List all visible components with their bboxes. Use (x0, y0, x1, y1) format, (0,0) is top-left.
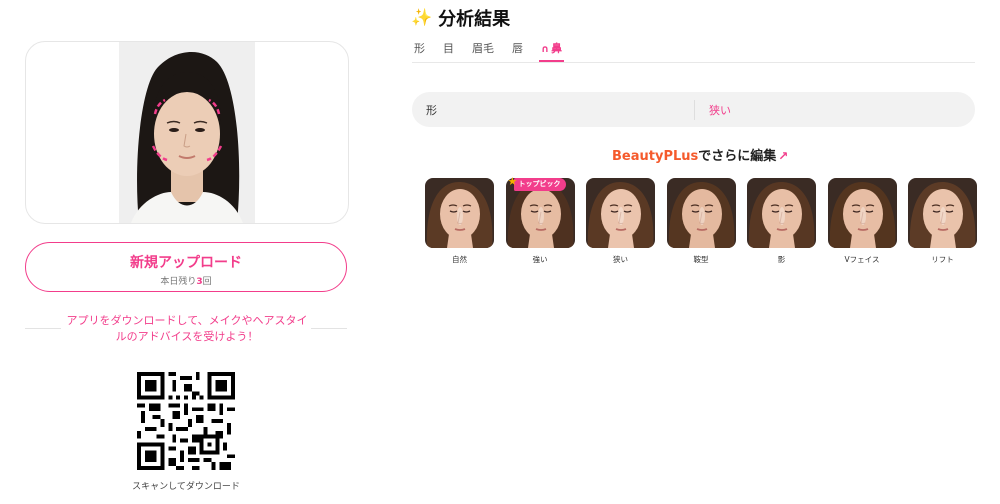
style-label: Vフェイス (844, 255, 880, 264)
arrow-up-right-icon: ↗ (778, 149, 789, 163)
style-saddle[interactable]: 鞍型 (666, 178, 736, 265)
tab-bar: 形 目 眉毛 唇 ∩ 鼻 (412, 40, 975, 63)
tab-lips[interactable]: 唇 (510, 40, 525, 62)
tab-eyebrows[interactable]: 眉毛 (470, 40, 496, 62)
top-pick-badge: ★ トップピック (508, 175, 566, 191)
style-thumbnail (908, 178, 977, 248)
style-strong[interactable]: 強い ★ トップピック (505, 175, 575, 265)
result-row: 形 狭い (412, 92, 975, 127)
app-promo: アプリをダウンロードして、メイクやヘアスタイ ルのアドバイスを受けよう！ (25, 313, 347, 349)
tab-shape[interactable]: 形 (412, 40, 427, 62)
remaining-uploads-text: 本日残り3回 (160, 277, 212, 287)
style-thumbnail (586, 178, 655, 248)
tab-nose-label: 鼻 (551, 42, 563, 55)
style-v-face[interactable]: Vフェイス (827, 178, 897, 265)
new-upload-button[interactable]: 新規アップロード 本日残り3回 (25, 242, 347, 292)
style-natural[interactable]: 自然 (425, 178, 494, 265)
style-narrow[interactable]: 狭い (586, 178, 655, 265)
brand-name: BeautyPLus (612, 149, 699, 164)
face-photo (119, 42, 255, 223)
style-options: 自然 強い ★ トップピック狭い 鞍型 影 Vフェイス リフト (425, 175, 977, 268)
style-thumbnail (425, 178, 494, 248)
style-label: リフト (931, 255, 954, 264)
result-key: 形 (426, 103, 437, 117)
style-label: 自然 (452, 255, 467, 264)
style-label: 狭い (613, 255, 628, 264)
qr-caption: スキャンしてダウンロード (132, 482, 240, 492)
nose-icon: ∩ (541, 44, 550, 55)
qr-code (137, 372, 235, 470)
style-label: 強い (532, 255, 548, 264)
style-thumbnail (666, 178, 736, 248)
sparkles-icon: ✨ (411, 8, 433, 28)
tab-nose[interactable]: ∩ 鼻 (539, 40, 565, 62)
tab-eyes[interactable]: 目 (441, 40, 456, 62)
promo-text: アプリをダウンロードして、メイクやヘアスタイ ルのアドバイスを受けよう！ (66, 314, 308, 343)
result-value: 狭い (709, 103, 731, 117)
style-label: 鞍型 (693, 255, 709, 264)
edit-in-beautyplus-link[interactable]: BeautyPLusでさらに編集 ↗ (612, 145, 788, 164)
top-pick-badge-text: トップピック (518, 180, 561, 188)
star-icon: ★ (507, 175, 518, 188)
style-label: 影 (777, 255, 786, 264)
edit-link-text: でさらに編集 (698, 149, 777, 164)
style-thumbnail (747, 178, 816, 248)
style-thumbnail (827, 178, 897, 248)
divider (25, 328, 61, 329)
photo-card (25, 41, 349, 224)
page-title-text: 分析結果 (438, 9, 511, 30)
new-upload-label: 新規アップロード (130, 255, 242, 271)
page-title: ✨ 分析結果 (411, 5, 510, 31)
divider (311, 328, 347, 329)
style-shadow[interactable]: 影 (747, 178, 816, 265)
style-lift[interactable]: リフト (908, 178, 977, 265)
